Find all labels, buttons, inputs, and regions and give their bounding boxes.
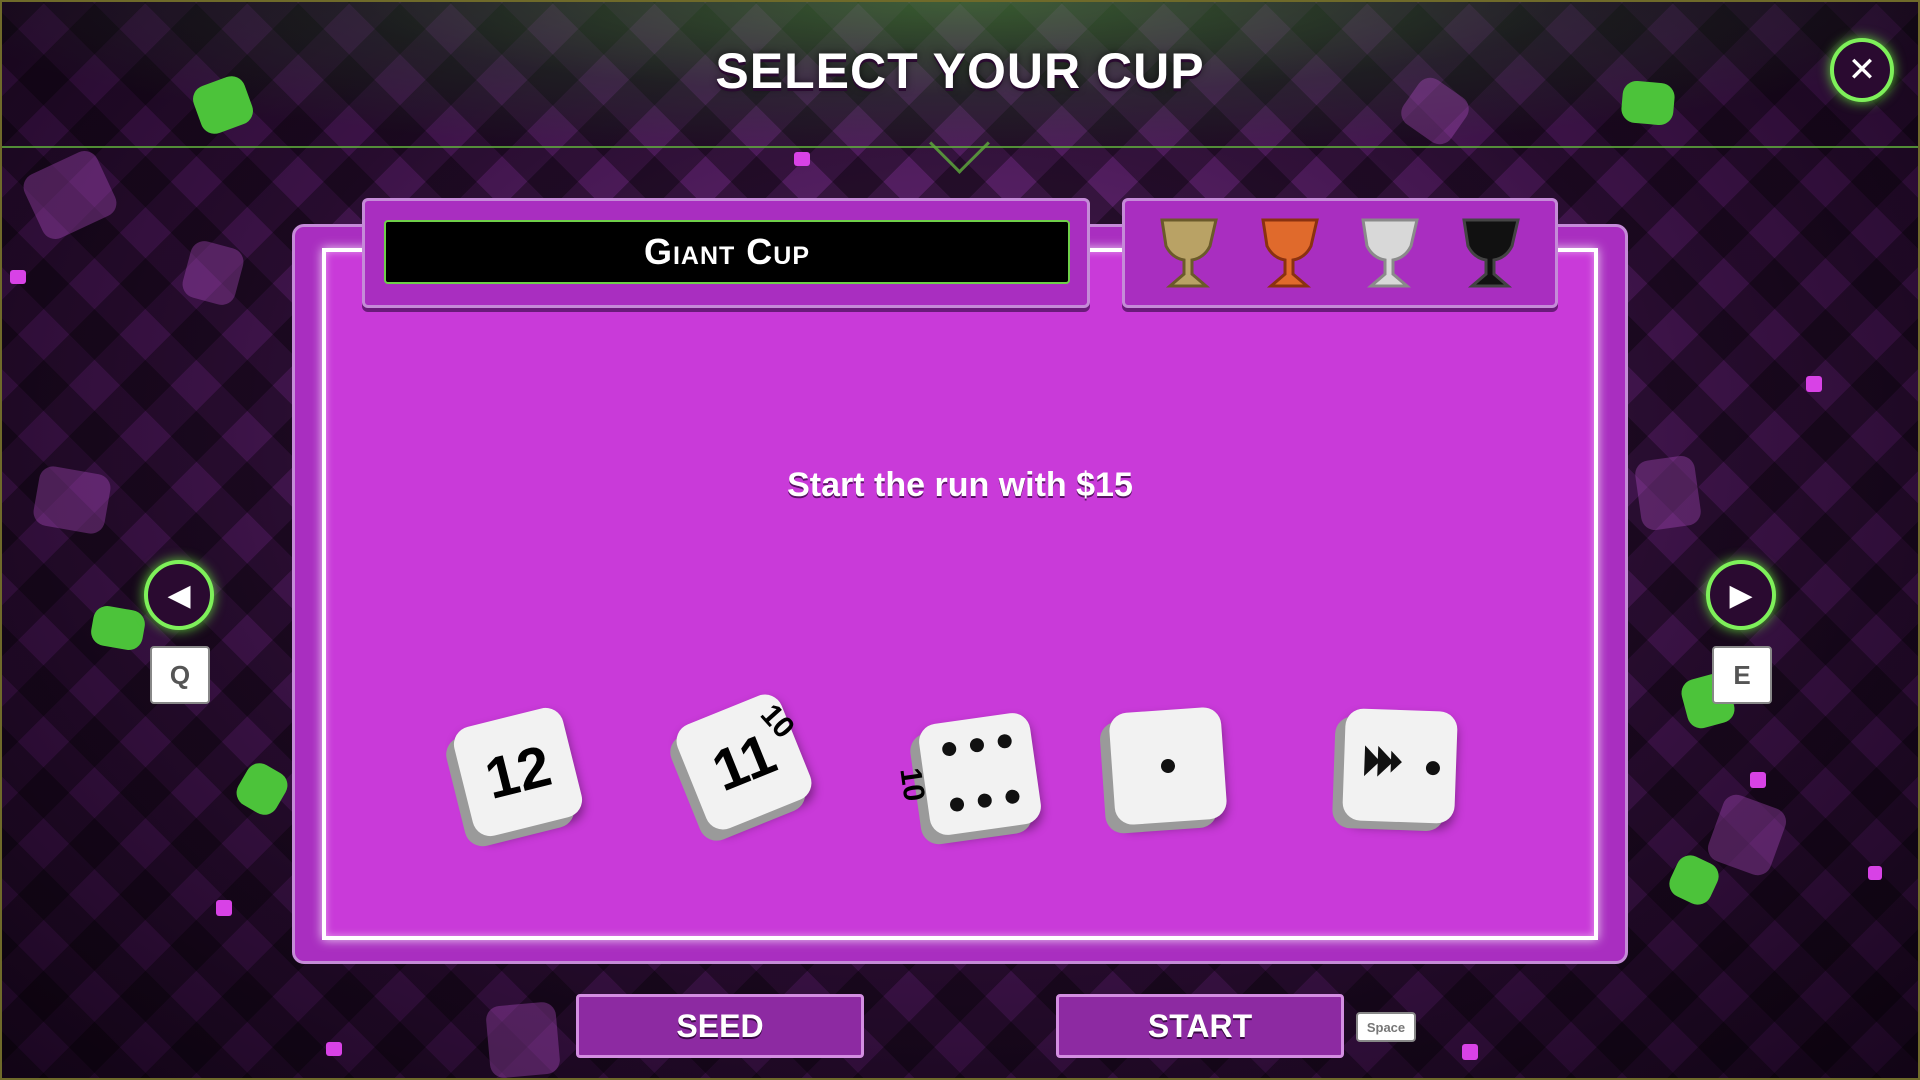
floating-speck [326,1042,342,1056]
arrow-left-icon: ◀ [167,577,191,613]
next-key-hint: E [1712,646,1772,704]
start-button[interactable]: START [1056,994,1344,1058]
die-pip [1004,788,1021,805]
prev-key-hint: Q [150,646,210,704]
cup-description: Start the run with $15 [787,466,1133,504]
floating-cube [231,758,293,820]
cup-trophies [1122,198,1558,308]
die-arrow [1342,708,1458,824]
floating-speck [794,152,810,166]
die-pip [1160,758,1176,774]
die-pip [969,737,985,754]
floating-speck [1868,866,1882,880]
floating-speck [216,900,232,916]
floating-cube [88,603,148,653]
bronze-cup-icon[interactable] [1255,212,1325,294]
floating-cube [1704,790,1790,880]
die-pip [976,792,993,809]
floating-speck [10,270,26,284]
fast-forward-icon [1364,745,1402,777]
close-button[interactable]: ✕ [1830,38,1894,102]
close-icon: ✕ [1847,50,1877,90]
die-side-label: 10 [893,765,931,804]
page-title: SELECT YOUR CUP [715,43,1205,99]
die-pip [949,796,965,813]
start-key-hint: Space [1356,1012,1416,1042]
silver-cup-icon[interactable] [1355,212,1425,294]
floating-speck [1750,772,1766,788]
prev-cup-button[interactable]: ◀ [144,560,214,630]
black-cup-icon[interactable] [1456,212,1526,294]
floating-speck [1806,376,1822,392]
seed-button[interactable]: SEED [576,994,864,1058]
gold-cup-icon[interactable] [1154,212,1224,294]
die-pip [941,741,958,757]
arrow-right-icon: ▶ [1729,577,1753,613]
die-one-pip [1108,706,1228,826]
floating-cube [179,238,247,308]
cup-name: Giant Cup [384,220,1070,284]
floating-speck [1462,1044,1478,1060]
floating-cube [18,146,122,244]
die-pip [1425,760,1441,776]
die-pip [996,733,1013,750]
floating-cube [484,1001,562,1079]
next-cup-button[interactable]: ▶ [1706,560,1776,630]
cup-details [322,248,1598,940]
die-d10: 10 [893,710,1044,838]
